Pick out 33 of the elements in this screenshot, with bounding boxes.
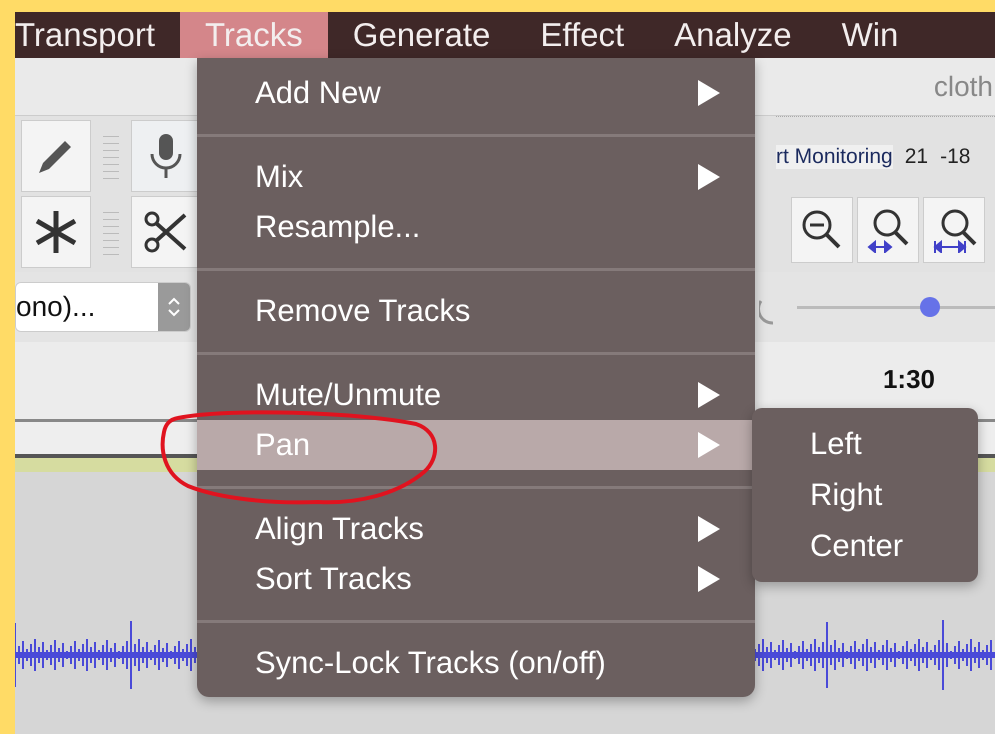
magnifier-bar-icon [931, 207, 977, 253]
window-title: cloth [934, 70, 993, 102]
meter-scale-label: -18 [940, 145, 970, 169]
timeline-label: 1:30 [882, 364, 935, 394]
stepper-icon [167, 295, 181, 319]
asterisk-icon [33, 209, 79, 255]
menu-bar-item[interactable]: Transport [15, 12, 180, 58]
menu-item[interactable]: Remove Tracks [197, 286, 755, 336]
menu-item[interactable]: Mute/Unmute [197, 370, 755, 420]
submenu-item[interactable]: Left [752, 418, 978, 469]
menu-item[interactable]: Sync-Lock Tracks (on/off) [197, 638, 755, 688]
menu-bar-item[interactable]: Generate [328, 12, 516, 58]
menu-item[interactable]: Add New [197, 68, 755, 118]
submenu-item[interactable]: Center [752, 520, 978, 571]
menu-item[interactable]: Mix [197, 152, 755, 202]
scissors-icon [143, 209, 189, 255]
submenu-item[interactable]: Right [752, 469, 978, 520]
fit-project-button[interactable] [923, 197, 985, 263]
menu-item[interactable]: Sort Tracks [197, 554, 755, 604]
menu-item[interactable]: Align Tracks [197, 504, 755, 554]
device-select[interactable]: ono)... [15, 282, 191, 332]
zoom-out-button[interactable] [791, 197, 853, 263]
monitoring-label[interactable]: rt Monitoring [776, 145, 893, 169]
magnifier-arrows-icon [865, 207, 911, 253]
menu-bar-item[interactable]: Win [816, 12, 924, 58]
slider-thumb[interactable] [920, 297, 940, 317]
fit-selection-button[interactable] [857, 197, 919, 263]
menu-item[interactable]: Resample... [197, 202, 755, 252]
draw-tool-button[interactable] [21, 120, 91, 192]
meter-scale-label: 21 [904, 145, 928, 169]
multi-tool-button[interactable] [21, 196, 91, 268]
menu-bar-item[interactable]: Analyze [649, 12, 817, 58]
menu-bar-item[interactable]: Effect [515, 12, 650, 58]
